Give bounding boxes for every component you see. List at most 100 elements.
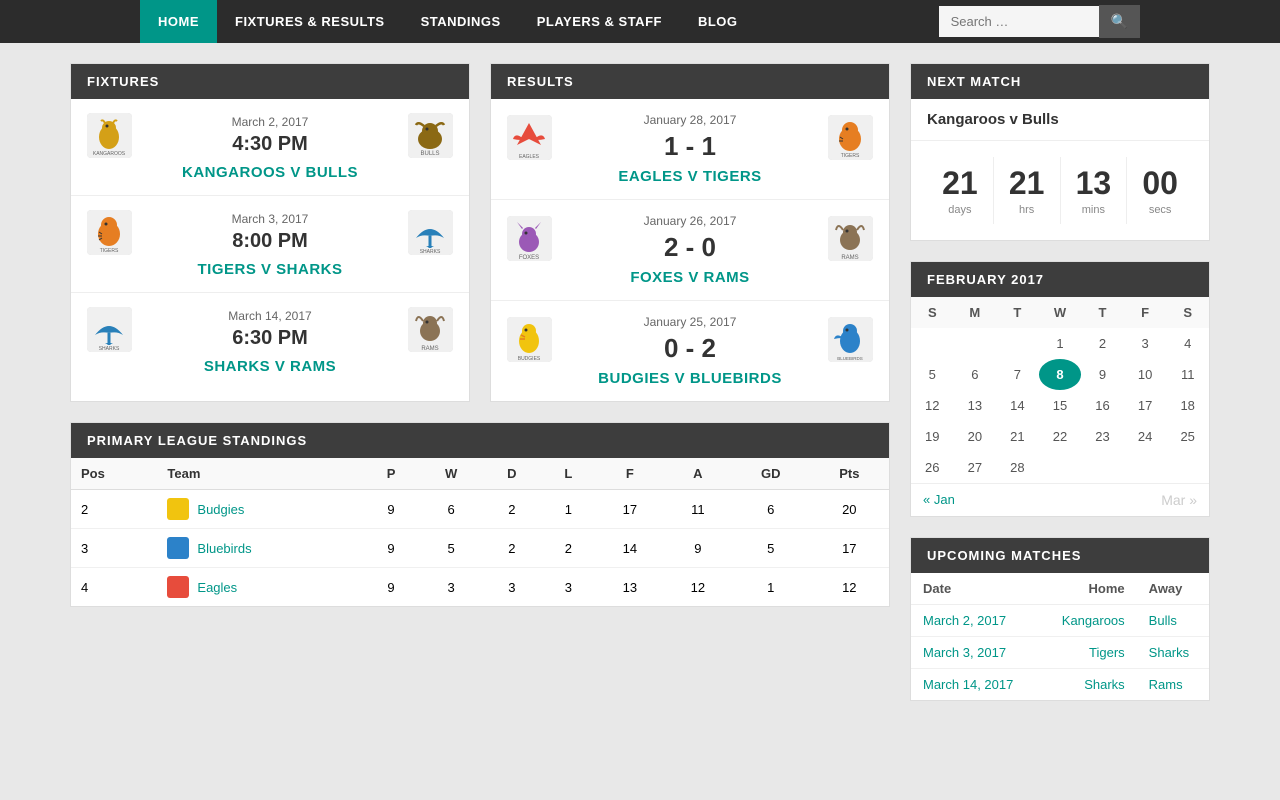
upcoming-date-link[interactable]: March 2, 2017 (923, 613, 1006, 628)
upcoming-home-link[interactable]: Sharks (1084, 677, 1124, 692)
standings-f: 13 (596, 568, 664, 607)
calendar-prev[interactable]: « Jan (923, 492, 955, 508)
col-gd: GD (732, 458, 810, 490)
calendar-day[interactable]: 5 (911, 359, 954, 390)
calendar-day[interactable]: 14 (996, 390, 1039, 421)
calendar-day[interactable]: 9 (1081, 359, 1124, 390)
calendar-day[interactable]: 20 (954, 421, 997, 452)
standings-w: 6 (419, 490, 483, 529)
result-1-info: January 28, 2017 1 - 1 (562, 113, 818, 162)
calendar-week-row: 567891011 (911, 359, 1209, 390)
upcoming-away-link[interactable]: Sharks (1149, 645, 1189, 660)
upcoming-date-link[interactable]: March 14, 2017 (923, 677, 1013, 692)
calendar-day[interactable]: 13 (954, 390, 997, 421)
result-2-score: 2 - 0 (562, 232, 818, 263)
calendar-day[interactable]: 26 (911, 452, 954, 483)
calendar-day[interactable]: 18 (1166, 390, 1209, 421)
fixture-item-3: SHARKS March 14, 2017 6:30 PM (71, 293, 469, 389)
calendar-week-row: 1234 (911, 328, 1209, 359)
standings-header: PRIMARY LEAGUE STANDINGS (71, 423, 889, 458)
table-row: 4 Eagles 9 3 3 3 13 12 1 12 (71, 568, 889, 607)
svg-text:BLUEBIRDS: BLUEBIRDS (837, 356, 863, 361)
upcoming-away-link[interactable]: Rams (1149, 677, 1183, 692)
eagles-logo: EAGLES (507, 115, 552, 160)
fixture-2-time: 8:00 PM (142, 230, 398, 253)
calendar-day[interactable]: 11 (1166, 359, 1209, 390)
standings-d: 3 (483, 568, 541, 607)
calendar-day[interactable]: 6 (954, 359, 997, 390)
countdown-secs-label: secs (1135, 204, 1185, 216)
calendar-day[interactable]: 10 (1124, 359, 1167, 390)
calendar-day-header: T (1081, 297, 1124, 328)
fixtures-results-row: FIXTURES KANGAROOS (70, 63, 890, 402)
upcoming-date-link[interactable]: March 3, 2017 (923, 645, 1006, 660)
results-panel: RESULTS EAGLES (490, 63, 890, 402)
upcoming-away-link[interactable]: Bulls (1149, 613, 1177, 628)
calendar-day[interactable]: 12 (911, 390, 954, 421)
countdown-secs-num: 00 (1135, 165, 1185, 202)
calendar-day[interactable]: 4 (1166, 328, 1209, 359)
fixture-3-title: SHARKS V RAMS (87, 358, 453, 375)
upcoming-home-link[interactable]: Kangaroos (1062, 613, 1125, 628)
calendar-day[interactable]: 25 (1166, 421, 1209, 452)
countdown-hrs: 21 hrs (994, 157, 1061, 224)
calendar-day (1166, 452, 1209, 483)
calendar-day[interactable]: 15 (1039, 390, 1082, 421)
calendar-day[interactable]: 24 (1124, 421, 1167, 452)
table-row: March 3, 2017 Tigers Sharks (911, 637, 1209, 669)
calendar-day (911, 328, 954, 359)
col-f: F (596, 458, 664, 490)
calendar-day[interactable]: 17 (1124, 390, 1167, 421)
calendar-day[interactable]: 23 (1081, 421, 1124, 452)
table-row: 2 Budgies 9 6 2 1 17 11 6 20 (71, 490, 889, 529)
calendar-panel: FEBRUARY 2017 SMTWTFS 123456789101112131… (910, 261, 1210, 517)
standings-pos: 3 (71, 529, 157, 568)
countdown-secs: 00 secs (1127, 157, 1193, 224)
upcoming-home-link[interactable]: Tigers (1089, 645, 1125, 660)
svg-text:RAMS: RAMS (841, 255, 858, 261)
tigers-logo-2: TIGERS (828, 115, 873, 160)
search-button[interactable]: 🔍 (1099, 5, 1140, 38)
standings-a: 11 (664, 490, 732, 529)
calendar-day[interactable]: 8 (1039, 359, 1082, 390)
calendar-day[interactable]: 16 (1081, 390, 1124, 421)
standings-pos: 4 (71, 568, 157, 607)
upcoming-away: Sharks (1137, 637, 1209, 669)
calendar-day[interactable]: 7 (996, 359, 1039, 390)
nav-players[interactable]: PLAYERS & STAFF (519, 0, 680, 43)
upcoming-away: Rams (1137, 669, 1209, 701)
calendar-day[interactable]: 28 (996, 452, 1039, 483)
nav-blog[interactable]: BLOG (680, 0, 756, 43)
calendar-day-header: M (954, 297, 997, 328)
calendar-day[interactable]: 22 (1039, 421, 1082, 452)
nav-home[interactable]: HOME (140, 0, 217, 43)
svg-text:BULLS: BULLS (420, 151, 439, 157)
team-name-link[interactable]: Bluebirds (197, 541, 251, 556)
next-match-header: NEXT MATCH (911, 64, 1209, 99)
countdown-days-label: days (935, 204, 985, 216)
calendar-day-header: T (996, 297, 1039, 328)
calendar-day[interactable]: 1 (1039, 328, 1082, 359)
col-w: W (419, 458, 483, 490)
upcoming-home: Tigers (1039, 637, 1136, 669)
result-2-title: FOXES V RAMS (507, 269, 873, 286)
table-row: 3 Bluebirds 9 5 2 2 14 9 5 17 (71, 529, 889, 568)
search-input[interactable] (939, 6, 1099, 37)
calendar-day[interactable]: 27 (954, 452, 997, 483)
result-2-info: January 26, 2017 2 - 0 (562, 214, 818, 263)
calendar-day[interactable]: 19 (911, 421, 954, 452)
kangaroos-logo: KANGAROOS (87, 113, 132, 158)
team-name-link[interactable]: Eagles (197, 580, 237, 595)
team-name-link[interactable]: Budgies (197, 502, 244, 517)
calendar-day[interactable]: 2 (1081, 328, 1124, 359)
calendar-day[interactable]: 3 (1124, 328, 1167, 359)
nav-standings[interactable]: STANDINGS (403, 0, 519, 43)
calendar-next: Mar » (1161, 492, 1197, 508)
nav-fixtures[interactable]: FIXTURES & RESULTS (217, 0, 403, 43)
upcoming-matches-header: UPCOMING MATCHES (911, 538, 1209, 573)
calendar-day-header: S (911, 297, 954, 328)
countdown-mins-num: 13 (1069, 165, 1119, 202)
calendar-day[interactable]: 21 (996, 421, 1039, 452)
standings-w: 3 (419, 568, 483, 607)
calendar-day (1039, 452, 1082, 483)
